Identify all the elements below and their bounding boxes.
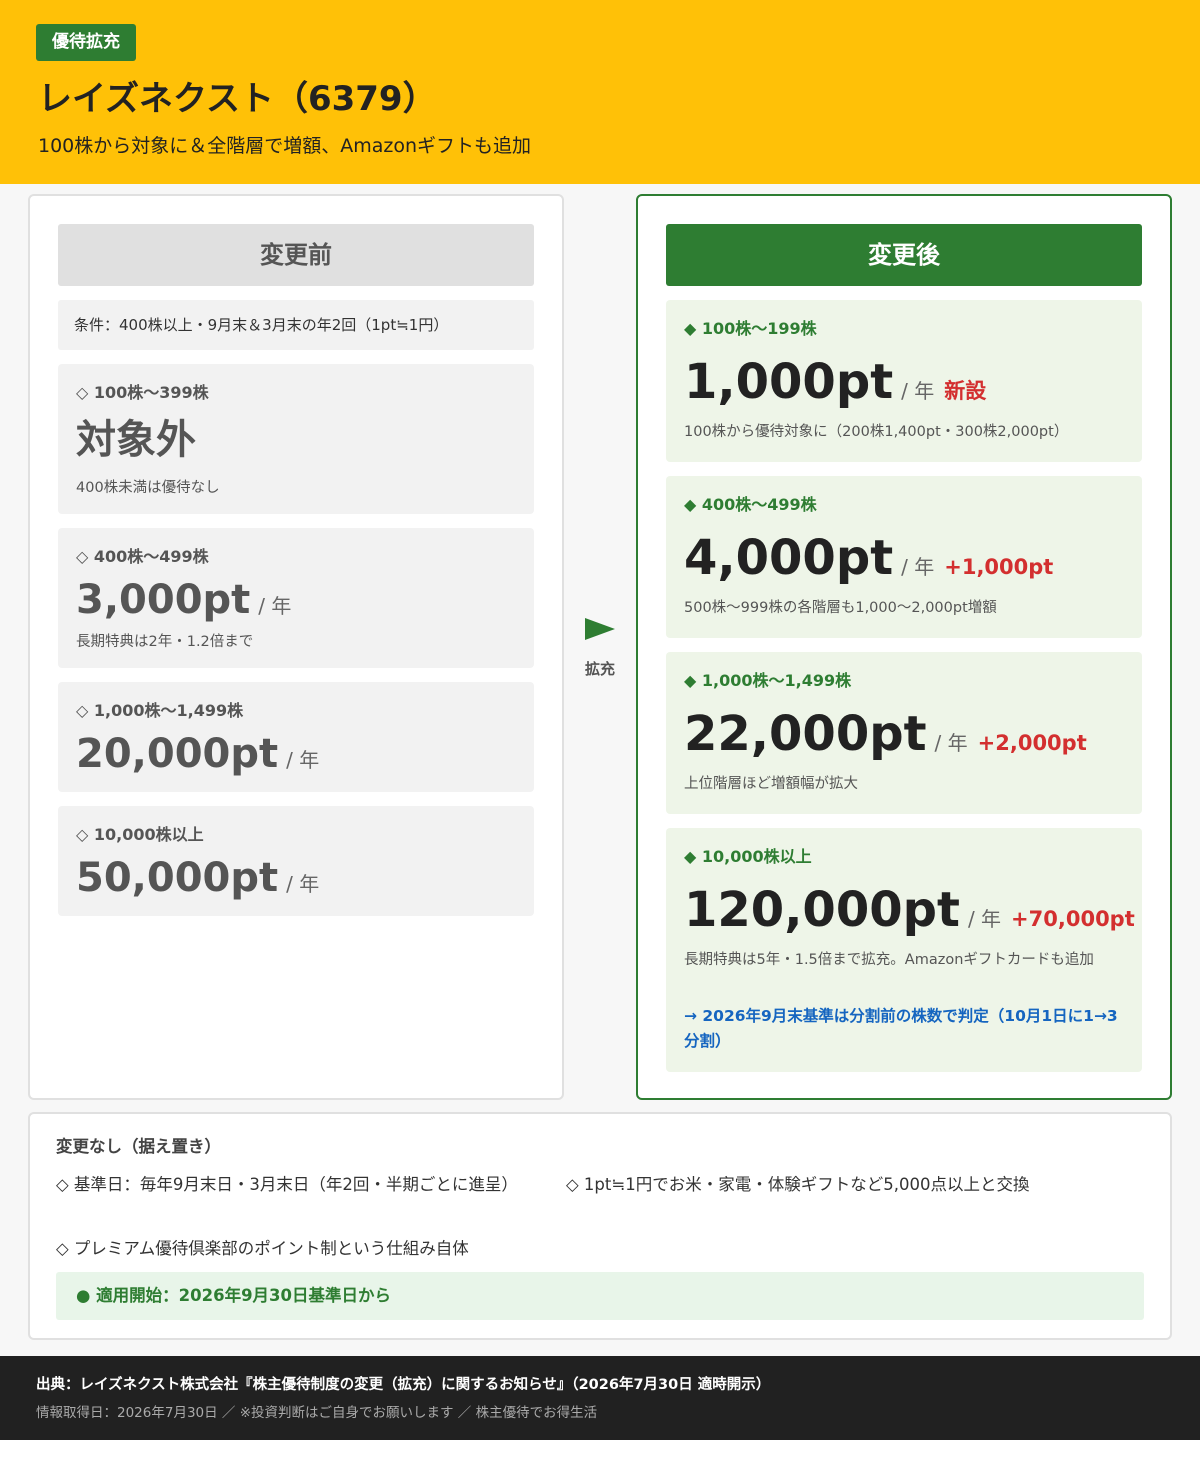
after-tier-card: ◆ 400株〜499株 4,000pt / 年 +1,000pt 500株〜999株… bbox=[666, 476, 1142, 638]
after-tier-card: ◆ 1,000株〜1,499株 22,000pt / 年 +2,000pt 上位階層… bbox=[666, 652, 1142, 814]
tier-unit: / 年 bbox=[934, 731, 968, 755]
after-tier-card: ◆ 100株〜199株 1,000pt / 年新設 100株から優待対象に（200… bbox=[666, 300, 1142, 462]
tier-label: ◆ 10,000株以上 bbox=[684, 847, 812, 866]
tier-unit: / 年 bbox=[967, 907, 1002, 931]
tier-label: ◆ 100株〜199株 bbox=[684, 319, 817, 338]
before-panel: 変更前 条件：400株以上・9月末＆3月末の年2回（1pt≒1円） ◇ 100株… bbox=[28, 194, 564, 1100]
after-panel: 変更後 ◆ 100株〜199株 1,000pt / 年新設 100株から優待対象に… bbox=[636, 194, 1172, 1100]
apply-start-box: ● 適用開始：2026年9月30日基準日から bbox=[56, 1272, 1144, 1320]
header: 優待拡充 レイズネクスト（6379） 100株から対象に＆全階層で増額、Amaz… bbox=[0, 0, 1200, 184]
before-tier-card: ◇ 10,000株以上 50,000pt / 年 bbox=[58, 806, 534, 916]
tier-value: 3,000pt / 年 bbox=[76, 577, 292, 623]
tier-unit: / 年 bbox=[286, 748, 320, 772]
tier-value: 4,000pt / 年 +1,000pt bbox=[684, 530, 1054, 586]
tier-unit: / 年 bbox=[901, 379, 935, 403]
tier-value: 22,000pt / 年 +2,000pt bbox=[684, 706, 1087, 762]
tier-label: ◆ 1,000株〜1,499株 bbox=[684, 671, 852, 690]
before-tier-card: ◇ 100株〜399株 対象外 400株未満は優待なし bbox=[58, 364, 534, 514]
tier-label: ◇ 100株〜399株 bbox=[76, 383, 209, 402]
tier-label: ◇ 400株〜499株 bbox=[76, 547, 209, 566]
tier-delta: +2,000pt bbox=[977, 731, 1087, 755]
tier-delta: +70,000pt bbox=[1011, 907, 1135, 931]
tier-delta: +1,000pt bbox=[944, 555, 1054, 579]
tier-note: 長期特典は5年・1.5倍まで拡充。Amazonギフトカードも追加 bbox=[684, 952, 1094, 968]
tier-note: 400株未満は優待なし bbox=[76, 480, 220, 496]
split-note-link: → 2026年9月末基準は分割前の株数で判定（10月1日に1→3分割） bbox=[684, 1007, 1118, 1050]
footer: 出典：レイズネクスト株式会社『株主優待制度の変更（拡充）に関するお知らせ』（20… bbox=[0, 1356, 1200, 1440]
unchanged-title: 変更なし（据え置き） bbox=[56, 1137, 221, 1156]
expansion-arrow: 拡充 bbox=[566, 618, 634, 679]
tier-value: 50,000pt / 年 bbox=[76, 855, 320, 901]
page-subtitle: 100株から対象に＆全階層で増額、Amazonギフトも追加 bbox=[38, 135, 532, 157]
tier-delta: 新設 bbox=[944, 379, 987, 403]
before-heading: 変更前 bbox=[58, 224, 534, 286]
tier-unit: / 年 bbox=[286, 872, 320, 896]
footer-source: 出典：レイズネクスト株式会社『株主優待制度の変更（拡充）に関するお知らせ』（20… bbox=[36, 1377, 771, 1393]
tier-unit: / 年 bbox=[901, 555, 935, 579]
tier-note: 500株〜999株の各階層も1,000〜2,000pt増額 bbox=[684, 600, 997, 616]
tier-label: ◆ 400株〜499株 bbox=[684, 495, 817, 514]
page-title: レイズネクスト（6379） bbox=[38, 79, 437, 119]
tier-note: 100株から優待対象に（200株1,400pt・300株2,000pt） bbox=[684, 424, 1069, 440]
tier-note: 長期特典は2年・1.2倍まで bbox=[76, 634, 254, 650]
footer-meta: 情報取得日：2026年7月30日 ／ ※投資判断はご自身でお願いします ／ 株主… bbox=[36, 1405, 598, 1421]
comparison-area: 変更前 条件：400株以上・9月末＆3月末の年2回（1pt≒1円） ◇ 100株… bbox=[0, 184, 1200, 1356]
tier-value: 1,000pt / 年新設 bbox=[684, 354, 987, 410]
tier-value: 対象外 bbox=[76, 417, 196, 463]
unchanged-item: ◇ 基準日：毎年9月末日・3月末日（年2回・半期ごとに進呈） bbox=[56, 1175, 518, 1194]
arrow-right-icon bbox=[585, 618, 615, 640]
before-tier-card: ◇ 400株〜499株 3,000pt / 年 長期特典は2年・1.2倍まで bbox=[58, 528, 534, 668]
unchanged-item: ◇ プレミアム優待倶楽部のポイント制という仕組み自体 bbox=[56, 1239, 469, 1258]
category-badge: 優待拡充 bbox=[36, 24, 136, 61]
tier-value: 20,000pt / 年 bbox=[76, 731, 320, 777]
after-tier-card: ◆ 10,000株以上 120,000pt / 年 +70,000pt 長期特典は5… bbox=[666, 828, 1142, 1072]
before-condition: 条件：400株以上・9月末＆3月末の年2回（1pt≒1円） bbox=[58, 300, 534, 350]
unchanged-item: ◇ 1pt≒1円でお米・家電・体験ギフトなど5,000点以上と交換 bbox=[566, 1175, 1030, 1194]
tier-label: ◇ 10,000株以上 bbox=[76, 825, 204, 844]
unchanged-panel: 変更なし（据え置き） ◇ 基準日：毎年9月末日・3月末日（年2回・半期ごとに進呈… bbox=[28, 1112, 1172, 1340]
arrow-label: 拡充 bbox=[584, 660, 615, 678]
tier-note: 上位階層ほど増額幅が拡大 bbox=[684, 776, 858, 792]
tier-unit: / 年 bbox=[258, 594, 292, 618]
tier-label: ◇ 1,000株〜1,499株 bbox=[76, 701, 244, 720]
after-heading: 変更後 bbox=[666, 224, 1142, 286]
tier-value: 120,000pt / 年 +70,000pt bbox=[684, 882, 1135, 938]
before-tier-card: ◇ 1,000株〜1,499株 20,000pt / 年 bbox=[58, 682, 534, 792]
